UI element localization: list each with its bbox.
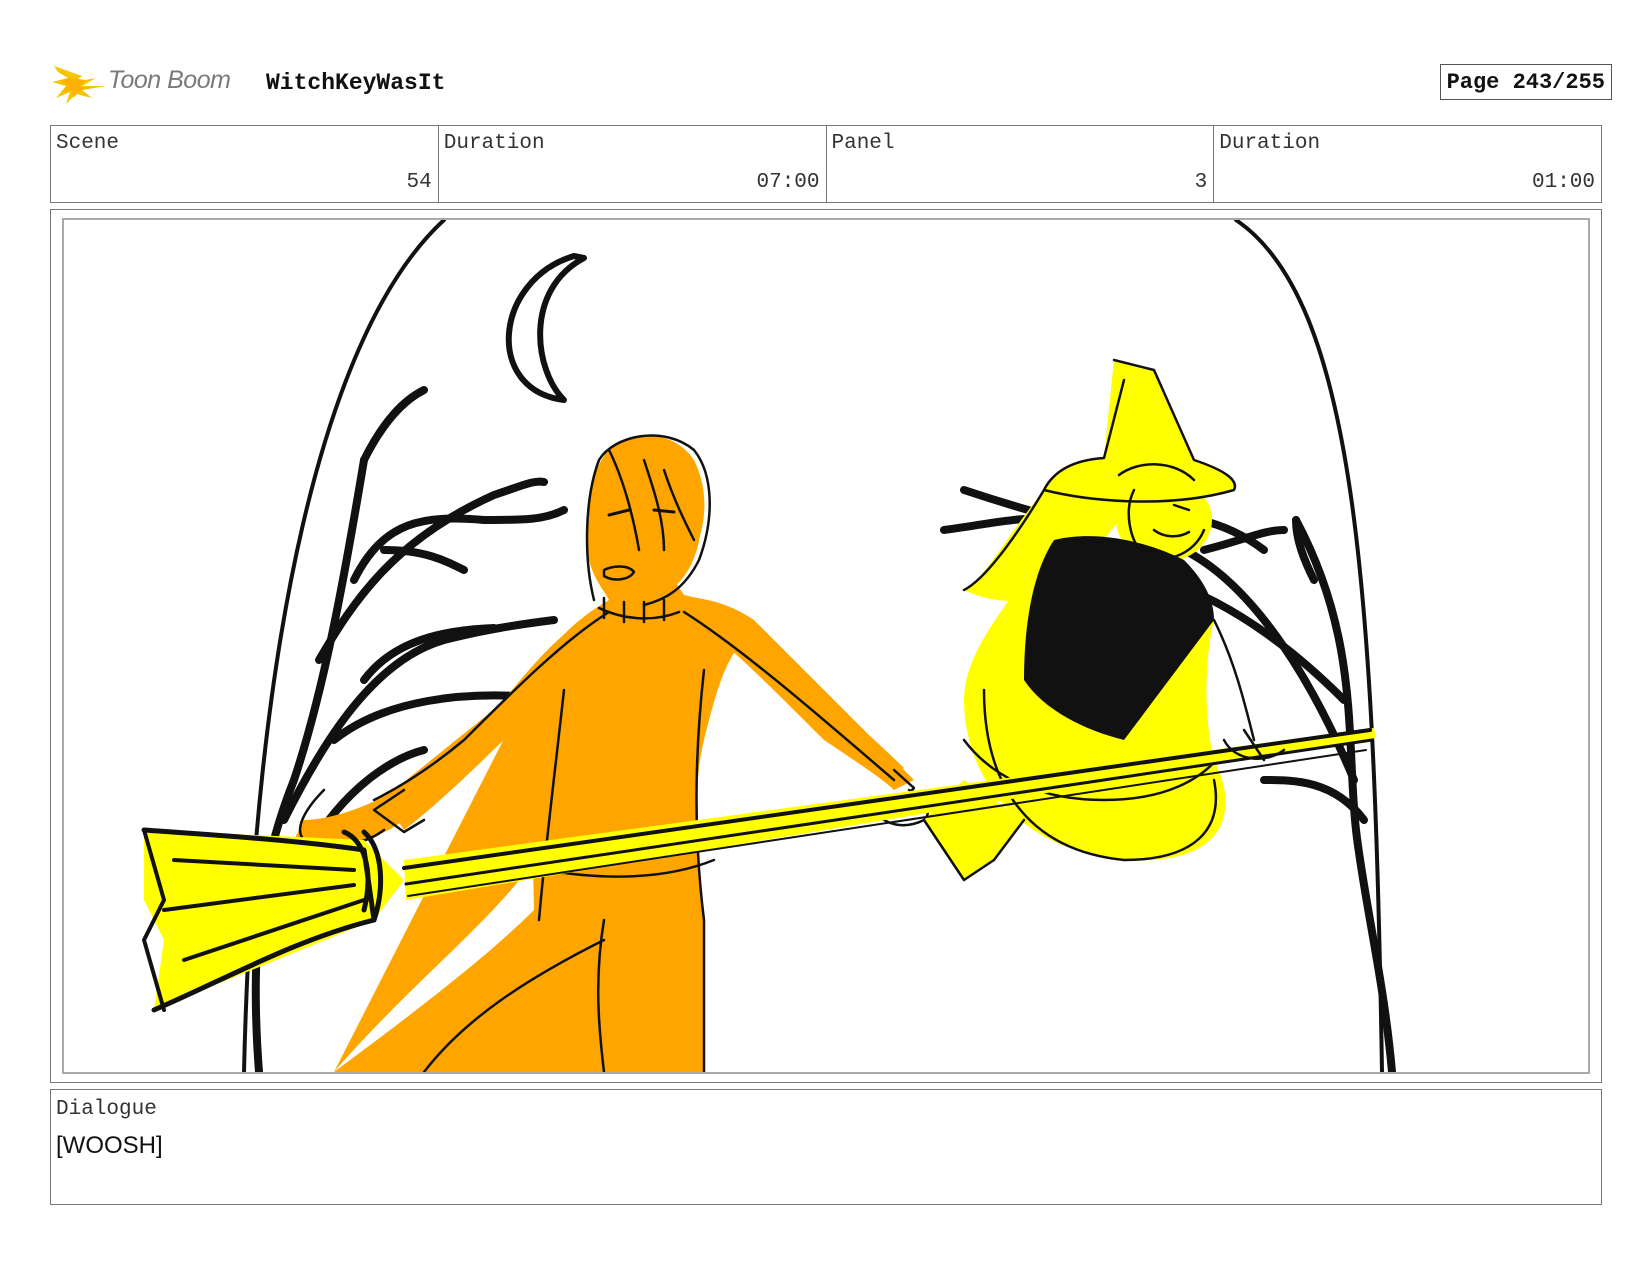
panel-duration-value: 01:00 xyxy=(1531,171,1595,194)
scene-info-row: Scene 54 Duration 07:00 Panel 3 Duration… xyxy=(50,125,1602,203)
scene-duration-cell: Duration 07:00 xyxy=(439,126,827,202)
page-number: Page 243/255 xyxy=(1439,64,1612,100)
logo-text: Toon Boom xyxy=(108,66,231,94)
project-title: WitchKeyWasIt xyxy=(266,70,446,96)
panel-duration-label: Duration xyxy=(1219,132,1321,155)
panel-sketch xyxy=(141,220,1396,1072)
scene-cell: Scene 54 xyxy=(51,126,439,202)
storyboard-panel xyxy=(50,209,1602,1083)
panel-label: Panel xyxy=(831,132,895,155)
scene-duration-value: 07:00 xyxy=(756,171,820,194)
panel-duration-cell: Duration 01:00 xyxy=(1214,126,1601,202)
dialogue-text: [WOOSH] xyxy=(56,1132,163,1159)
scene-value: 54 xyxy=(406,171,432,194)
logo-burst-icon xyxy=(52,66,106,104)
scene-duration-label: Duration xyxy=(443,132,545,155)
scene-label: Scene xyxy=(56,132,120,155)
dialogue-label: Dialogue xyxy=(56,1098,157,1121)
moon-crescent xyxy=(505,253,587,403)
panel-value: 3 xyxy=(1194,171,1208,194)
dialogue-box: Dialogue [WOOSH] xyxy=(50,1089,1602,1205)
panel-cell: Panel 3 xyxy=(827,126,1215,202)
page-header: Toon Boom WitchKeyWasIt Page 243/255 xyxy=(52,56,1614,108)
panel-artwork xyxy=(62,218,1590,1074)
arch-right-line xyxy=(1234,220,1384,1072)
toon-boom-logo: Toon Boom xyxy=(52,58,252,106)
